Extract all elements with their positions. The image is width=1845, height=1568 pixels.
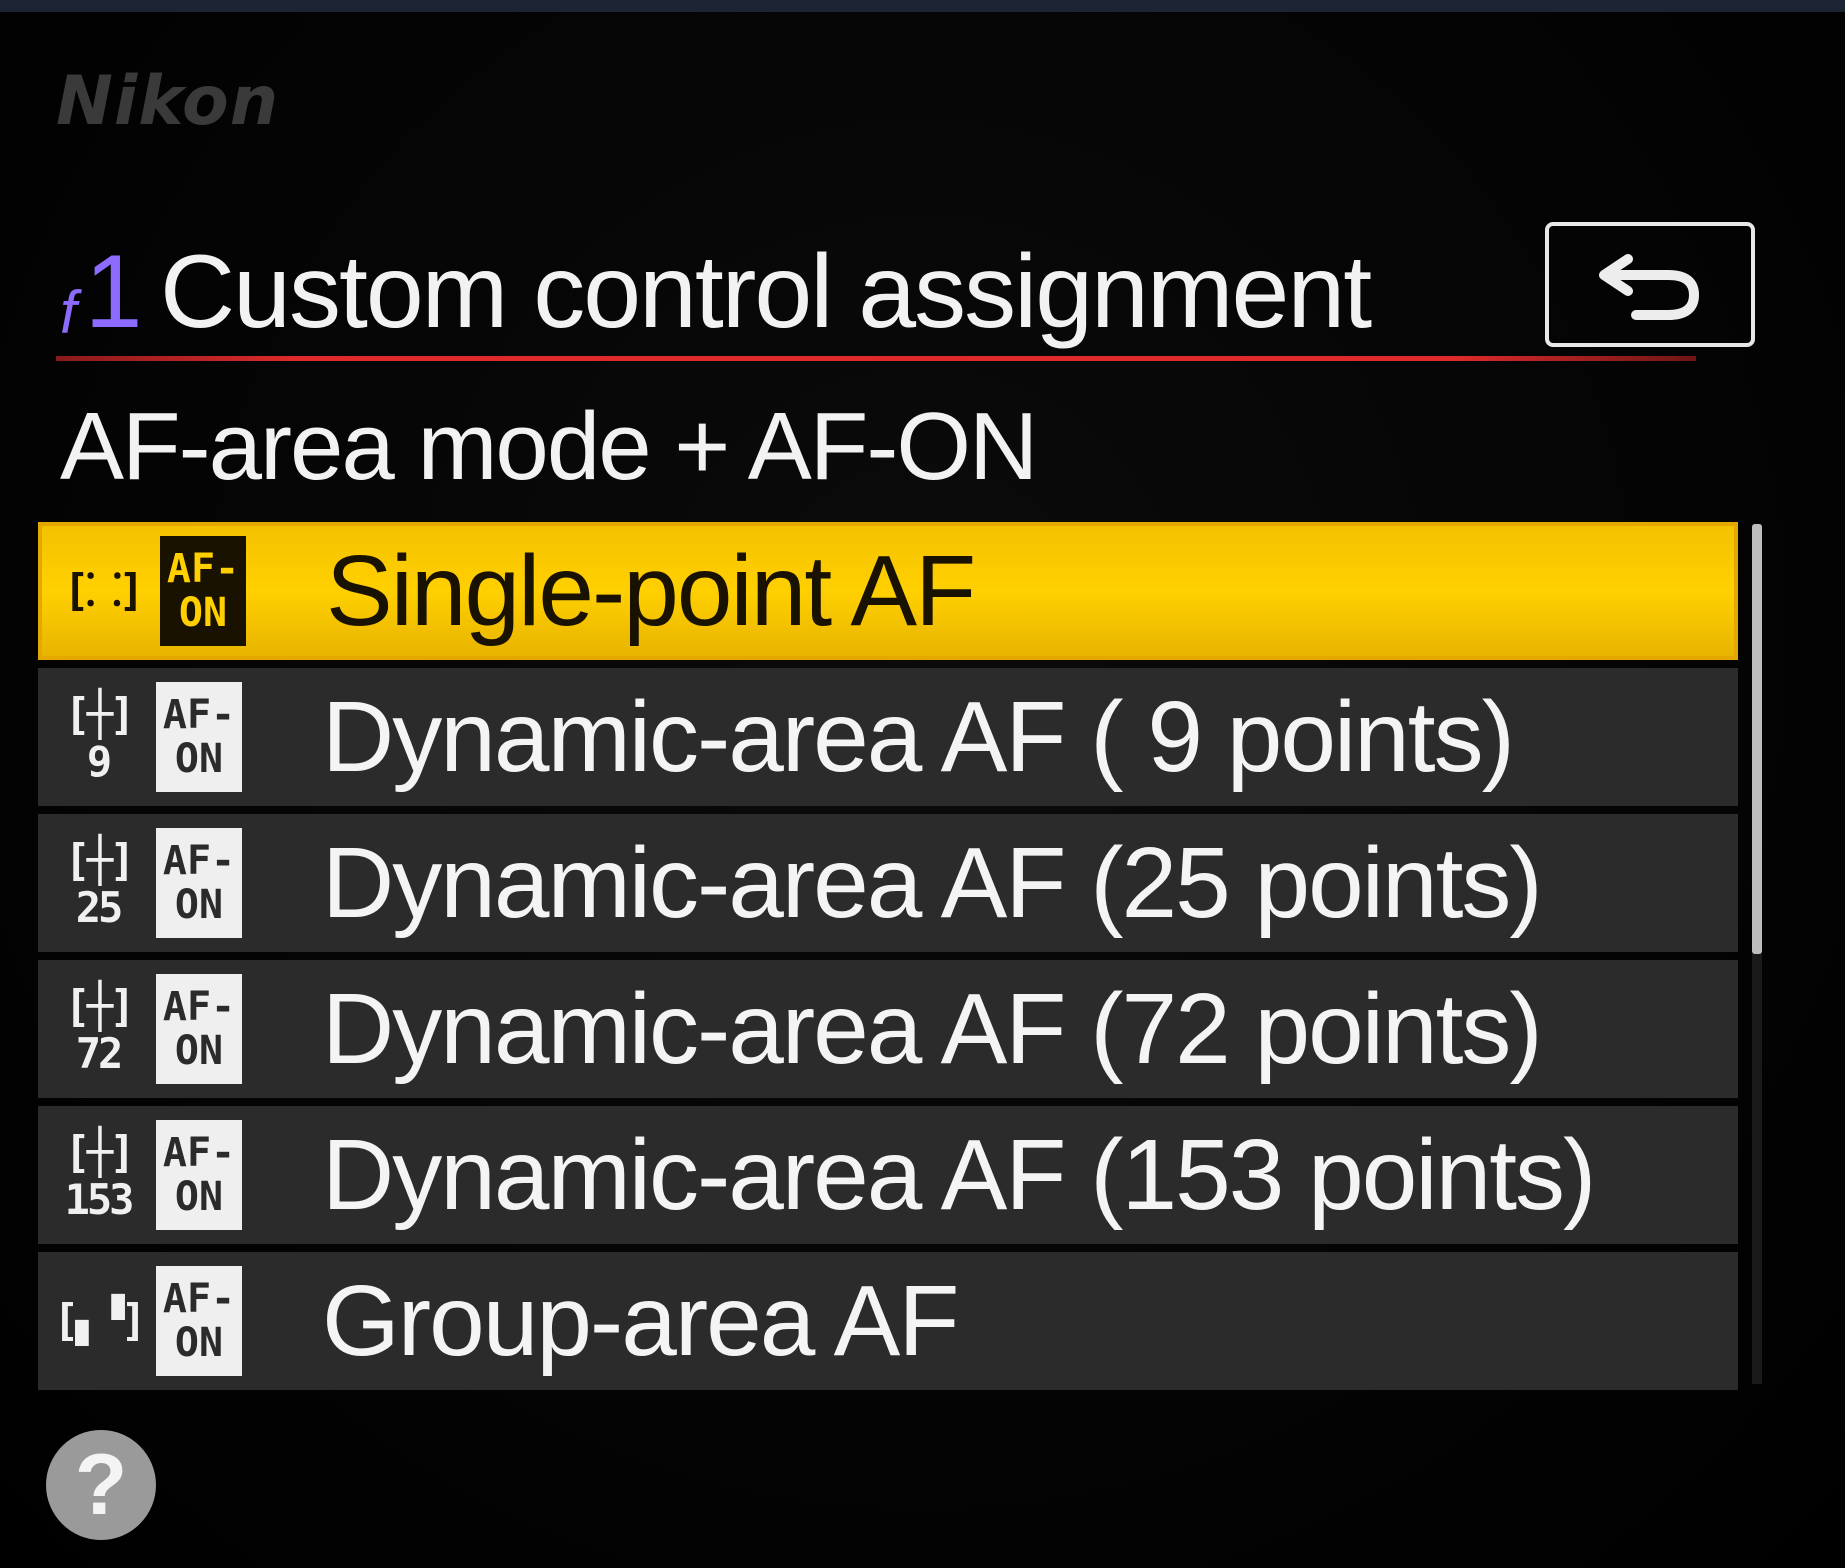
af-point-count: 153 <box>64 1175 135 1224</box>
badge-bottom-text: ON <box>174 1028 224 1074</box>
badge-bottom-text: ON <box>174 882 224 928</box>
af-on-badge-icon: AF- ON <box>156 828 242 938</box>
list-item-label: Dynamic-area AF (25 points) <box>322 827 1543 939</box>
list-item-label: Group-area AF <box>322 1265 959 1377</box>
list-item[interactable]: [┼] 72 AF- ON Dynamic-area AF (72 points) <box>38 960 1738 1098</box>
list-item-label: Dynamic-area AF (72 points) <box>322 973 1543 1085</box>
group-area-af-icon: [▖▝] <box>46 1266 150 1376</box>
af-bracket-glyph: [┼] <box>64 835 136 886</box>
brand-logo: Nikon <box>56 62 280 141</box>
badge-top-text: AF- <box>162 1276 236 1322</box>
help-button[interactable]: ? <box>46 1430 156 1540</box>
return-arrow-icon <box>1599 253 1700 320</box>
af-bracket-glyph: [┼] <box>64 981 136 1032</box>
back-button[interactable] <box>1545 222 1755 347</box>
badge-top-text: AF- <box>162 984 236 1030</box>
menu-code-number: 1 <box>84 234 143 350</box>
item-icons: [┼] 72 AF- ON <box>38 960 264 1098</box>
item-icons: [┼] 9 AF- ON <box>38 668 264 806</box>
item-icons: [⸬] AF- ON <box>42 526 268 656</box>
item-icons: [┼] 153 AF- ON <box>38 1106 264 1244</box>
badge-top-text: AF- <box>162 838 236 884</box>
menu-code-prefix: f <box>60 279 77 346</box>
badge-bottom-text: ON <box>174 1174 224 1220</box>
af-on-badge-icon: AF- ON <box>160 536 246 646</box>
badge-top-text: AF- <box>166 546 240 592</box>
list-item[interactable]: [┼] 153 AF- ON Dynamic-area AF (153 points) <box>38 1106 1738 1244</box>
list-item[interactable]: [⸬] AF- ON Single-point AF <box>38 522 1738 660</box>
dynamic-area-af-icon: [┼] 153 <box>46 1120 150 1230</box>
af-on-badge-icon: AF- ON <box>156 1120 242 1230</box>
scrollbar[interactable] <box>1752 524 1762 1384</box>
dynamic-area-af-icon: [┼] 9 <box>46 682 150 792</box>
option-list: [⸬] AF- ON Single-point AF [┼] 9 AF- ON Dynamic-… <box>38 522 1738 1398</box>
badge-bottom-text: ON <box>174 736 224 782</box>
af-bracket-glyph: [⸬] <box>63 565 144 616</box>
af-point-count: 9 <box>86 737 112 786</box>
badge-top-text: AF- <box>162 692 236 738</box>
af-on-badge-icon: AF- ON <box>156 682 242 792</box>
af-bracket-glyph: [┼] <box>64 1127 136 1178</box>
list-item-label: Single-point AF <box>326 535 976 647</box>
item-icons: [▖▝] AF- ON <box>38 1252 264 1390</box>
menu-header: f1 Custom control assignment <box>60 222 1760 352</box>
single-point-af-icon: [⸬] <box>50 536 154 646</box>
title-divider <box>56 356 1696 361</box>
submenu-title: AF-area mode + AF-ON <box>60 393 1038 500</box>
list-item[interactable]: [┼] 25 AF- ON Dynamic-area AF (25 points) <box>38 814 1738 952</box>
item-icons: [┼] 25 AF- ON <box>38 814 264 952</box>
list-item[interactable]: [▖▝] AF- ON Group-area AF <box>38 1252 1738 1390</box>
help-icon: ? <box>74 1436 128 1533</box>
list-item-label: Dynamic-area AF (153 points) <box>322 1119 1596 1231</box>
af-on-badge-icon: AF- ON <box>156 974 242 1084</box>
dynamic-area-af-icon: [┼] 25 <box>46 828 150 938</box>
camera-screen: Nikon f1 Custom control assignment AF-ar… <box>0 0 1845 1568</box>
af-point-count: 72 <box>75 1029 124 1078</box>
badge-bottom-text: ON <box>174 1320 224 1366</box>
af-bracket-glyph: [▖▝] <box>53 1295 147 1346</box>
list-item-label: Dynamic-area AF ( 9 points) <box>322 681 1515 793</box>
list-item[interactable]: [┼] 9 AF- ON Dynamic-area AF ( 9 points) <box>38 668 1738 806</box>
af-bracket-glyph: [┼] <box>64 689 136 740</box>
page-title: Custom control assignment <box>160 234 1372 350</box>
badge-bottom-text: ON <box>178 590 228 636</box>
dynamic-area-af-icon: [┼] 72 <box>46 974 150 1084</box>
scrollbar-thumb[interactable] <box>1752 524 1762 954</box>
af-on-badge-icon: AF- ON <box>156 1266 242 1376</box>
menu-code: f1 <box>60 232 143 373</box>
af-point-count: 25 <box>75 883 124 932</box>
badge-top-text: AF- <box>162 1130 236 1176</box>
